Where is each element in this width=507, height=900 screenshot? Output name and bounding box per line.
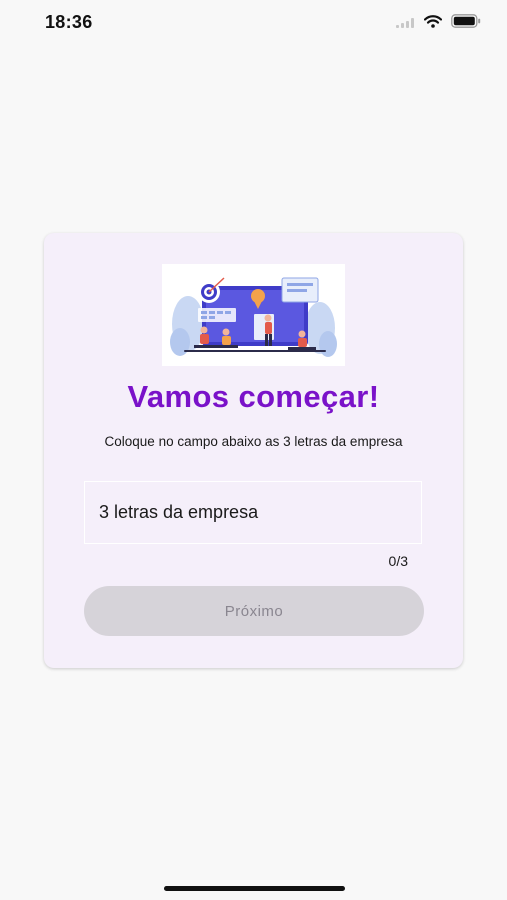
battery-icon [451,14,481,33]
character-counter: 0/3 [388,553,408,569]
status-time: 18:36 [45,12,93,32]
home-indicator [164,886,345,891]
instruction-text: Coloque no campo abaixo as 3 letras da e… [104,434,403,449]
company-code-field [84,481,422,544]
status-bar: 18:36 [0,0,507,44]
onboarding-card: Vamos começar! Coloque no campo abaixo a… [44,233,463,668]
wifi-icon [423,14,443,33]
status-icons [396,14,481,33]
next-button[interactable]: Próximo [84,586,424,636]
company-code-input[interactable] [85,482,421,543]
team-presentation-illustration [162,264,345,366]
page-title: Vamos começar! [127,379,380,414]
cellular-signal-icon [396,15,415,33]
